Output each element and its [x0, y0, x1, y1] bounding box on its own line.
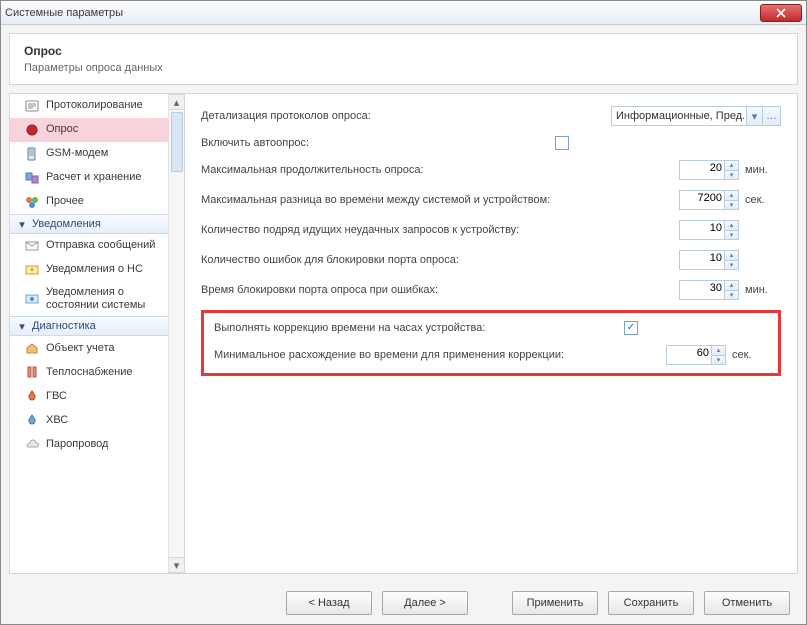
steam-icon [24, 436, 40, 452]
mindiv-label: Минимальное расхождение во времени для п… [214, 349, 666, 361]
spin-down[interactable]: ▾ [724, 231, 738, 240]
message-icon [24, 238, 40, 254]
sidebar-group-notifications[interactable]: ▾ Уведомления [10, 214, 168, 234]
spin-up[interactable]: ▴ [724, 281, 738, 291]
settings-form: Детализация протоколов опроса: Информаци… [185, 94, 797, 573]
correction-label: Выполнять коррекцию времени на часах уст… [214, 322, 624, 334]
sidebar-item-other[interactable]: Прочее [10, 190, 168, 214]
main-window: Системные параметры Опрос Параметры опро… [0, 0, 807, 625]
sidebar-item-gsm[interactable]: GSM-модем [10, 142, 168, 166]
apply-button[interactable]: Применить [512, 591, 598, 615]
logging-icon [24, 98, 40, 114]
errcount-input[interactable]: 10 ▴▾ [679, 250, 739, 270]
spin-up[interactable]: ▴ [724, 221, 738, 231]
hotwater-icon [24, 388, 40, 404]
calc-icon [24, 170, 40, 186]
window-title: Системные параметры [5, 7, 123, 19]
ellipsis-button[interactable]: … [762, 107, 780, 125]
next-button[interactable]: Далее > [382, 591, 468, 615]
maxdur-input[interactable]: 20 ▴▾ [679, 160, 739, 180]
maxdur-label: Максимальная продолжительность опроса: [201, 164, 679, 176]
coldwater-icon [24, 412, 40, 428]
page-header: Опрос Параметры опроса данных [9, 33, 798, 85]
timediff-label: Максимальная разница во времени между си… [201, 194, 679, 206]
blocktime-label: Время блокировки порта опроса при ошибка… [201, 284, 679, 296]
autopoll-checkbox[interactable] [555, 136, 569, 150]
sidebar-item-send-messages[interactable]: Отправка сообщений [10, 234, 168, 258]
spin-down[interactable]: ▾ [724, 171, 738, 180]
failcount-input[interactable]: 10 ▴▾ [679, 220, 739, 240]
sidebar-item-hotwater[interactable]: ГВС [10, 384, 168, 408]
errcount-label: Количество ошибок для блокировки порта о… [201, 254, 679, 266]
scroll-up-button[interactable]: ▴ [169, 94, 184, 110]
titlebar: Системные параметры [1, 1, 806, 25]
spin-down[interactable]: ▾ [724, 261, 738, 270]
cancel-button[interactable]: Отменить [704, 591, 790, 615]
chevron-down-icon: ▾ [746, 107, 762, 125]
page-title: Опрос [24, 44, 783, 58]
spin-up[interactable]: ▴ [724, 161, 738, 171]
spin-up[interactable]: ▴ [724, 251, 738, 261]
save-button[interactable]: Сохранить [608, 591, 694, 615]
correction-checkbox[interactable] [624, 321, 638, 335]
other-icon [24, 194, 40, 210]
detail-dropdown[interactable]: Информационные, Пред... ▾ … [611, 106, 781, 126]
timediff-input[interactable]: 7200 ▴▾ [679, 190, 739, 210]
sidebar-item-object[interactable]: Объект учета [10, 336, 168, 360]
system-status-icon [24, 291, 40, 307]
sidebar-scrollbar[interactable]: ▴ ▾ [168, 94, 184, 573]
autopoll-label: Включить автоопрос: [201, 137, 555, 149]
sidebar-item-polling[interactable]: Опрос [10, 118, 168, 142]
highlighted-section: Выполнять коррекцию времени на часах уст… [201, 310, 781, 376]
spin-down[interactable]: ▾ [724, 201, 738, 210]
sidebar-item-calc[interactable]: Расчет и хранение [10, 166, 168, 190]
failcount-label: Количество подряд идущих неудачных запро… [201, 224, 679, 236]
main-panel: Протоколирование Опрос GSM-модем Расчет … [9, 93, 798, 574]
polling-icon [24, 122, 40, 138]
chevron-down-icon: ▾ [16, 320, 28, 332]
scroll-down-button[interactable]: ▾ [169, 557, 184, 573]
sidebar-item-notify-alarm[interactable]: Уведомления о НС [10, 258, 168, 282]
mindiv-input[interactable]: 60 ▴▾ [666, 345, 726, 365]
spin-up[interactable]: ▴ [724, 191, 738, 201]
spin-down[interactable]: ▾ [724, 291, 738, 300]
sidebar-item-logging[interactable]: Протоколирование [10, 94, 168, 118]
sidebar-group-diagnostics[interactable]: ▾ Диагностика [10, 316, 168, 336]
home-icon [24, 340, 40, 356]
page-subtitle: Параметры опроса данных [24, 62, 783, 74]
back-button[interactable]: < Назад [286, 591, 372, 615]
spin-down[interactable]: ▾ [711, 356, 725, 365]
blocktime-input[interactable]: 30 ▴▾ [679, 280, 739, 300]
sidebar-item-notify-system[interactable]: Уведомления о состоянии системы [10, 282, 168, 316]
close-button[interactable] [760, 4, 802, 22]
scroll-thumb[interactable] [171, 112, 183, 172]
spin-up[interactable]: ▴ [711, 346, 725, 356]
alarm-icon [24, 262, 40, 278]
sidebar-item-coldwater[interactable]: ХВС [10, 408, 168, 432]
wizard-footer: < Назад Далее > Применить Сохранить Отме… [1, 582, 806, 624]
sidebar: Протоколирование Опрос GSM-модем Расчет … [10, 94, 185, 573]
sidebar-item-heating[interactable]: Теплоснабжение [10, 360, 168, 384]
detail-label: Детализация протоколов опроса: [201, 110, 611, 122]
heating-icon [24, 364, 40, 380]
gsm-icon [24, 146, 40, 162]
sidebar-item-steam[interactable]: Паропровод [10, 432, 168, 456]
chevron-down-icon: ▾ [16, 218, 28, 230]
